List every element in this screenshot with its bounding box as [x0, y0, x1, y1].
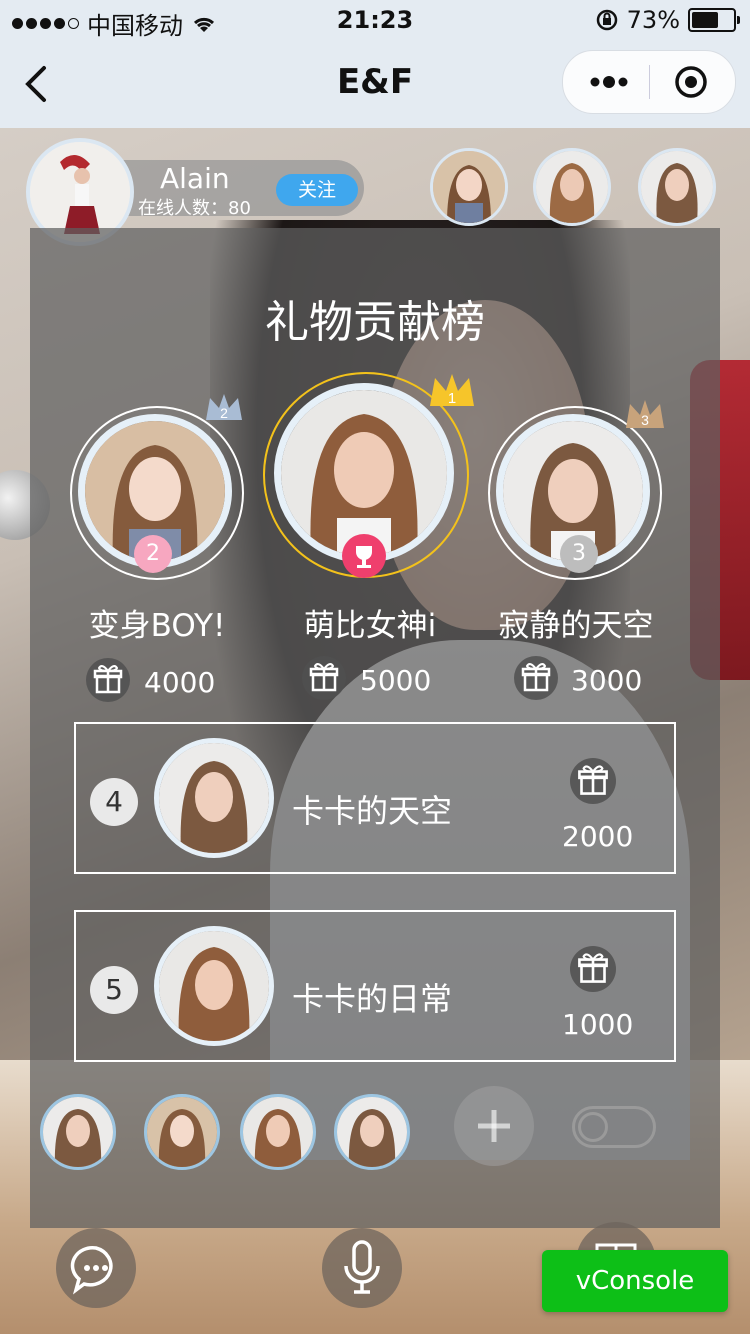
gift-glyph — [309, 663, 339, 692]
panel-title: 礼物贡献榜 — [265, 297, 485, 348]
viewer-photo — [536, 151, 608, 223]
svg-text:2: 2 — [220, 405, 228, 421]
chat-bubble-icon — [70, 1245, 113, 1295]
add-seat-button[interactable] — [454, 1086, 534, 1166]
close-button[interactable] — [667, 63, 715, 101]
rank1-name: 萌比女神i — [303, 608, 437, 644]
viewer-avatar[interactable] — [533, 148, 611, 226]
status-bar: 中国移动 21:23 73% — [0, 0, 750, 40]
row-photo — [159, 931, 269, 1041]
rank2-badge: 2 — [134, 535, 172, 573]
follow-button[interactable]: 关注 — [276, 174, 358, 206]
rank1-gift-amount: 5000 — [360, 664, 432, 697]
plus-icon — [478, 1110, 510, 1142]
status-right: 73% — [595, 6, 740, 34]
seat-photo — [43, 1097, 113, 1167]
rank1-photo — [281, 390, 447, 556]
viewer-photo — [433, 151, 505, 223]
target-circle-icon — [675, 66, 707, 98]
gift-icon — [302, 656, 346, 700]
gift-glyph — [578, 765, 608, 795]
seat-photo — [243, 1097, 313, 1167]
viewer-avatar[interactable] — [430, 148, 508, 226]
gift-icon — [570, 758, 616, 804]
microphone-button[interactable] — [322, 1228, 402, 1308]
row-avatar — [154, 926, 274, 1046]
host-name: Alain — [160, 162, 230, 195]
rank2-gift-amount: 4000 — [144, 666, 216, 699]
seat-avatar[interactable] — [40, 1094, 116, 1170]
row-gift-amount: 2000 — [562, 820, 634, 853]
rotation-lock-icon — [596, 9, 617, 31]
seat-avatar[interactable] — [240, 1094, 316, 1170]
rank3-name: 寂静的天空 — [498, 608, 654, 644]
vconsole-button[interactable]: vConsole — [542, 1250, 728, 1312]
nav-bar: E&F — [0, 40, 750, 128]
seat-avatar[interactable] — [144, 1094, 220, 1170]
rank3-gift-amount: 3000 — [571, 664, 643, 697]
row-name: 卡卡的天空 — [292, 792, 453, 830]
battery-fill — [692, 12, 718, 28]
rank3-badge: 3 — [560, 535, 598, 573]
silver-crown-icon: 2 — [206, 394, 242, 421]
host-photo — [30, 142, 130, 242]
gift-glyph — [521, 663, 551, 692]
gift-ranking-panel: 礼物贡献榜 2 2 变身BOY! 4000 1 萌比女神i 5000 3 3 寂… — [30, 228, 720, 1228]
mini-program-capsule — [562, 50, 736, 114]
toggle-knob — [578, 1112, 608, 1142]
gift-glyph — [578, 953, 608, 983]
viewer-avatar[interactable] — [638, 148, 716, 226]
gift-glyph — [93, 665, 123, 694]
battery-icon — [688, 8, 740, 32]
capsule-divider — [649, 65, 650, 99]
live-room-screen: 中国移动 21:23 73% E&F Alain 在线人数：80 关注 礼物贡献… — [0, 0, 750, 1334]
trophy-icon — [342, 534, 386, 578]
row-name: 卡卡的日常 — [292, 980, 453, 1018]
row-photo — [159, 743, 269, 853]
rank2-name: 变身BOY! — [88, 608, 226, 644]
row-gift-amount: 1000 — [562, 1008, 634, 1041]
gold-crown-icon: 1 — [430, 374, 474, 407]
rank-number: 5 — [90, 966, 138, 1014]
gift-icon — [514, 656, 558, 700]
seat-photo — [147, 1097, 217, 1167]
online-count: 在线人数：80 — [138, 198, 251, 219]
gift-icon — [86, 658, 130, 702]
ranking-row[interactable]: 4 卡卡的天空 2000 — [74, 722, 676, 874]
more-button[interactable] — [581, 63, 637, 101]
chat-button[interactable] — [56, 1228, 136, 1308]
row-avatar — [154, 738, 274, 858]
gift-icon — [570, 946, 616, 992]
bronze-crown-icon: 3 — [626, 400, 664, 428]
rank1-badge — [342, 534, 386, 578]
more-dots-icon — [590, 76, 628, 88]
ranking-row[interactable]: 5 卡卡的日常 1000 — [74, 910, 676, 1062]
seat-photo — [337, 1097, 407, 1167]
seat-avatar[interactable] — [334, 1094, 410, 1170]
rank-number: 4 — [90, 778, 138, 826]
battery-percent: 73% — [626, 6, 680, 34]
toggle-switch[interactable] — [572, 1106, 656, 1148]
svg-text:1: 1 — [448, 390, 456, 407]
svg-text:3: 3 — [641, 412, 649, 428]
microphone-icon — [344, 1240, 380, 1294]
viewer-photo — [641, 151, 713, 223]
